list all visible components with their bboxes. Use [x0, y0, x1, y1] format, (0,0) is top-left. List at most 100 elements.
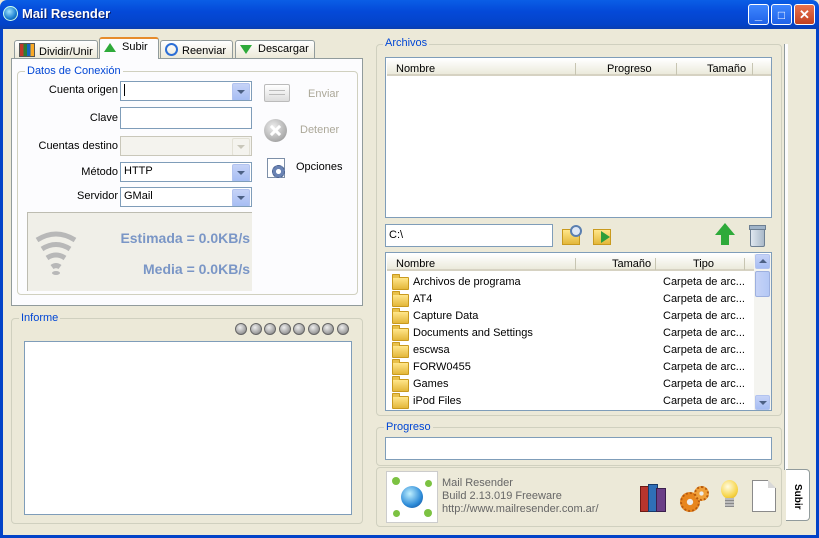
- about-build: Build 2.13.019 Freeware: [442, 490, 562, 502]
- files-col-name[interactable]: Nombre: [396, 63, 435, 75]
- method-label: Método: [81, 166, 118, 178]
- row-name: FORW0455: [413, 361, 471, 373]
- scroll-thumb[interactable]: [755, 271, 770, 297]
- folder-icon: [392, 274, 409, 290]
- tab-dividir-unir[interactable]: Dividir/Unir: [14, 40, 98, 58]
- folder-icon: [392, 376, 409, 392]
- method-combo[interactable]: HTTP: [120, 162, 252, 182]
- browser-col-size[interactable]: Tamaño: [612, 258, 651, 270]
- files-col-progress[interactable]: Progreso: [607, 63, 652, 75]
- account-label: Cuenta origen: [48, 84, 118, 96]
- window-title: Mail Resender: [22, 6, 111, 21]
- file-browser-list[interactable]: Nombre Tamaño Tipo Archivos de programa C…: [385, 252, 772, 411]
- app-logo: [386, 471, 438, 523]
- side-tab-subir[interactable]: Subir: [786, 469, 810, 521]
- scroll-down-icon[interactable]: [755, 395, 770, 410]
- row-name: Games: [413, 378, 449, 390]
- folder-icon: [392, 325, 409, 341]
- status-led: [249, 323, 262, 335]
- folder-icon: [392, 342, 409, 358]
- connection-group-label: Datos de Conexión: [25, 65, 123, 77]
- path-input[interactable]: C:\: [385, 224, 553, 247]
- server-combo[interactable]: GMail: [120, 187, 252, 207]
- browser-col-name[interactable]: Nombre: [396, 258, 435, 270]
- tab-descargar[interactable]: Descargar: [235, 40, 315, 58]
- down-arrow-icon: [240, 45, 252, 54]
- chevron-down-icon[interactable]: [232, 83, 250, 100]
- options-gear-icon: [264, 156, 288, 178]
- maximize-button[interactable]: □: [771, 4, 792, 25]
- recycle-bin-icon[interactable]: [746, 222, 768, 248]
- books-icon[interactable]: [638, 482, 666, 512]
- table-row[interactable]: Games Carpeta de arc...: [387, 376, 755, 393]
- password-input[interactable]: [120, 107, 252, 129]
- average-speed: Media = 0.0KB/s: [143, 261, 250, 277]
- stop-button[interactable]: Detener: [300, 124, 339, 136]
- status-led: [278, 323, 291, 335]
- password-label: Clave: [89, 112, 118, 124]
- tab-subir[interactable]: Subir: [99, 37, 159, 59]
- estimated-speed: Estimada = 0.0KB/s: [120, 230, 250, 246]
- title-bar[interactable]: [0, 0, 819, 29]
- envelope-icon: [264, 84, 290, 102]
- about-url[interactable]: http://www.mailresender.com.ar/: [442, 503, 599, 516]
- table-row[interactable]: FORW0455 Carpeta de arc...: [387, 359, 755, 376]
- split-join-icon: [19, 43, 35, 57]
- send-button[interactable]: Enviar: [308, 88, 339, 100]
- close-button[interactable]: ✕: [794, 4, 815, 25]
- progress-label: Progreso: [384, 421, 433, 433]
- table-row[interactable]: Documents and Settings Carpeta de arc...: [387, 325, 755, 342]
- folder-icon: [392, 291, 409, 307]
- server-label: Servidor: [77, 190, 118, 202]
- about-info: Mail Resender Build 2.13.019 Freeware ht…: [442, 477, 599, 516]
- app-globe-icon: [3, 6, 18, 21]
- lightbulb-icon[interactable]: [719, 479, 741, 513]
- row-name: iPod Files: [413, 395, 462, 407]
- dest-accounts-combo[interactable]: [120, 136, 252, 156]
- folder-go-icon[interactable]: [591, 223, 615, 247]
- document-icon[interactable]: [752, 480, 776, 512]
- folder-icon: [392, 359, 409, 375]
- report-log[interactable]: [24, 341, 352, 515]
- gears-icon[interactable]: [678, 484, 709, 512]
- upload-files-list[interactable]: Nombre Progreso Tamaño: [385, 57, 772, 218]
- chevron-down-icon[interactable]: [232, 189, 250, 206]
- options-button[interactable]: Opciones: [296, 161, 342, 173]
- status-led: [322, 323, 334, 335]
- table-row[interactable]: AT4 Carpeta de arc...: [387, 291, 755, 308]
- files-col-size[interactable]: Tamaño: [707, 63, 746, 75]
- folder-icon: [392, 308, 409, 324]
- row-name: Capture Data: [413, 310, 479, 322]
- chevron-down-icon[interactable]: [232, 164, 250, 181]
- table-row[interactable]: escwsa Carpeta de arc...: [387, 342, 755, 359]
- row-name: escwsa: [413, 344, 450, 356]
- tab-reenviar[interactable]: Reenviar: [160, 40, 233, 58]
- row-name: Documents and Settings: [413, 327, 533, 339]
- row-type: Carpeta de arc...: [663, 327, 745, 339]
- table-row[interactable]: iPod Files Carpeta de arc...: [387, 393, 755, 410]
- chevron-down-icon[interactable]: [232, 138, 250, 155]
- up-arrow-icon: [104, 43, 116, 52]
- row-type: Carpeta de arc...: [663, 344, 745, 356]
- vertical-scrollbar[interactable]: [754, 254, 771, 410]
- row-type: Carpeta de arc...: [663, 310, 745, 322]
- status-led: [264, 323, 276, 335]
- account-combo[interactable]: [120, 81, 252, 101]
- folder-search-icon[interactable]: [560, 223, 584, 247]
- scroll-up-icon[interactable]: [755, 254, 770, 269]
- table-row[interactable]: Archivos de programa Carpeta de arc...: [387, 274, 755, 291]
- about-app-name: Mail Resender: [442, 477, 513, 489]
- side-tab-strip: [784, 44, 788, 470]
- row-name: AT4: [413, 293, 433, 305]
- minimize-button[interactable]: _: [748, 4, 769, 25]
- upload-arrow-icon[interactable]: [714, 223, 736, 247]
- progress-bar: [385, 437, 772, 460]
- stop-x-icon: [264, 119, 287, 142]
- folder-icon: [392, 393, 409, 409]
- status-led: [307, 323, 320, 335]
- row-name: Archivos de programa: [413, 276, 521, 288]
- row-type: Carpeta de arc...: [663, 293, 745, 305]
- status-led: [336, 323, 349, 335]
- table-row[interactable]: Capture Data Carpeta de arc...: [387, 308, 755, 325]
- browser-col-type[interactable]: Tipo: [693, 258, 714, 270]
